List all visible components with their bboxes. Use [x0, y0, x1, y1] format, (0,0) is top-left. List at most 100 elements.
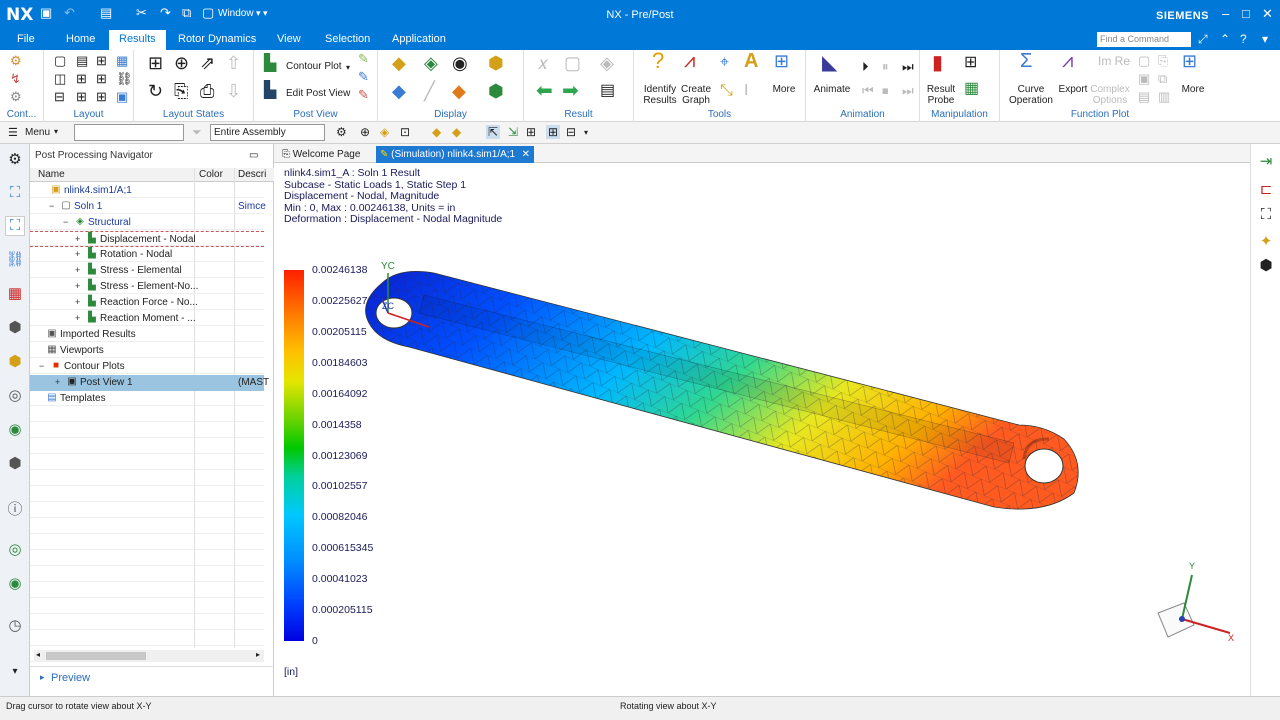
more-fn-icon[interactable]: ⊞ [1182, 52, 1197, 70]
tab-application[interactable]: Application [392, 33, 446, 45]
fringe-icon[interactable]: ▦ [5, 284, 25, 304]
tab-file[interactable]: File [17, 33, 35, 45]
layout-state-copy-icon[interactable]: ⎘ [174, 82, 188, 100]
display-mesh-icon[interactable]: ◈ [424, 54, 438, 72]
result-formula-icon[interactable]: 𝑥 [538, 54, 548, 72]
preview-label[interactable]: Preview [51, 672, 90, 684]
tree-row[interactable]: − ■ Contour Plots [30, 359, 264, 375]
tree-row[interactable]: + ▙ Rotation - Nodal [30, 247, 264, 263]
globe-icon[interactable]: ◎ [5, 540, 25, 560]
tree-row[interactable]: + ▙ Stress - Elemental [30, 263, 264, 279]
scope-select[interactable]: Entire Assembly [210, 124, 325, 141]
preview-expand-icon[interactable]: ▸ [40, 672, 45, 683]
tab-results[interactable]: Results [109, 30, 166, 50]
last-frame-icon[interactable]: ⏭ [902, 84, 914, 98]
layout-sync-icon[interactable]: ▣ [116, 90, 128, 104]
next-result-icon[interactable]: ➡ [562, 81, 579, 101]
assembly-icon[interactable]: ⬢ [5, 352, 25, 372]
fit-view-icon[interactable]: ⛶ [1256, 206, 1276, 226]
animate-icon[interactable]: ◣ [822, 53, 837, 73]
annotation-icon[interactable]: A [744, 51, 758, 71]
stop-icon[interactable]: ⏹ [882, 84, 889, 98]
reuse-icon[interactable]: ⬢ [5, 454, 25, 474]
select-mesh-icon[interactable]: ⊟ [566, 125, 576, 139]
navigator-maximize-icon[interactable]: ▭ [249, 150, 258, 161]
scroll-left-icon[interactable]: ◂ [36, 650, 40, 659]
column-color[interactable]: Color [199, 169, 223, 180]
layout-grid-icon[interactable]: ⊞ [76, 72, 87, 86]
tree-row[interactable]: + ▙ Stress - Element-No... [30, 279, 264, 295]
curve-label-2[interactable]: Operation [1006, 95, 1056, 106]
selection-filter-select[interactable] [74, 124, 184, 141]
scroll-right-icon[interactable]: ▸ [256, 650, 260, 659]
close-icon[interactable]: ✕ [1262, 6, 1273, 22]
select-tool-5-icon[interactable]: ◆ [432, 125, 441, 139]
results-label[interactable]: Results [642, 95, 678, 106]
select-tool-2-icon[interactable]: ⊕ [360, 125, 370, 139]
menu-button[interactable]: Menu [25, 127, 50, 138]
expand-toggle-icon[interactable]: + [75, 297, 80, 307]
complex-label-1[interactable]: Complex [1090, 84, 1130, 95]
display-shapes-icon[interactable]: ⬢ [488, 54, 504, 72]
info-icon[interactable]: ⓘ [5, 498, 25, 518]
web-icon[interactable]: ◉ [5, 420, 25, 440]
layout-rows-icon[interactable]: ⊟ [54, 90, 65, 104]
complex-label-2[interactable]: Options [1090, 95, 1130, 106]
expand-toggle-icon[interactable]: − [39, 361, 44, 371]
export-button[interactable]: Export [1056, 84, 1090, 95]
scroll-down-icon[interactable]: ▾ [5, 666, 25, 686]
expand-toggle-icon[interactable]: + [75, 313, 80, 323]
fullscreen-icon[interactable]: ⤢ [1198, 32, 1208, 47]
identify-label[interactable]: Identify [642, 84, 678, 95]
tab-close-icon[interactable]: ✕ [522, 149, 530, 160]
layout-grid3-icon[interactable]: ⊞ [76, 90, 87, 104]
fn-tool-6-icon[interactable]: ▥ [1158, 90, 1170, 104]
select-tool-4-icon[interactable]: ⊡ [400, 125, 410, 139]
column-description[interactable]: Descri [238, 169, 266, 180]
more-tools-button[interactable]: More [768, 84, 800, 95]
sim-navigator-icon[interactable]: ⛓ [5, 250, 25, 270]
select-more-icon[interactable]: ▾ [584, 126, 588, 140]
layout-state-add-icon[interactable]: ⊕ [174, 54, 189, 72]
layout-state-refresh-icon[interactable]: ↻ [148, 82, 163, 100]
tab-view[interactable]: View [277, 33, 301, 45]
tree-row[interactable]: + ▙ Reaction Force - No... [30, 295, 264, 311]
help-icon[interactable]: ? [1240, 32, 1247, 46]
graph-icon[interactable]: ⊏ [1256, 180, 1276, 200]
display-layers-icon[interactable]: ◆ [452, 82, 466, 100]
layout-custom-icon[interactable]: ▦ [116, 54, 128, 68]
context-icon[interactable]: ⚙ [10, 54, 22, 68]
cube-icon[interactable]: ⬢ [5, 318, 25, 338]
select-tool-3-icon[interactable]: ◈ [380, 125, 389, 139]
layout-grid2-icon[interactable]: ⊞ [96, 72, 107, 86]
result-probe-icon[interactable]: ▮ [932, 53, 943, 73]
fe-model-view[interactable]: YC ZC X Y [274, 163, 1250, 696]
context-icon-3[interactable]: ⚙ [10, 90, 22, 104]
create-graph-icon[interactable]: ⩘ [684, 51, 695, 71]
layout-four-icon[interactable]: ⊞ [96, 54, 107, 68]
fn-tool-1-icon[interactable]: ▢ [1138, 54, 1150, 68]
display-cube-icon[interactable]: ◆ [392, 54, 406, 72]
step-icon[interactable]: ⏭ [902, 60, 914, 74]
layout-state-export-icon[interactable]: ⇗ [200, 54, 215, 72]
fn-tool-5-icon[interactable]: ⧉ [1158, 72, 1167, 86]
layout-cols-icon[interactable]: ◫ [54, 72, 66, 86]
expand-toggle-icon[interactable]: + [75, 265, 80, 275]
expand-toggle-icon[interactable]: + [75, 249, 80, 259]
display-box-icon[interactable]: ⬢ [488, 82, 504, 100]
edit-post-view-icon[interactable]: ▙ [264, 83, 276, 99]
filter-icon[interactable]: ⏷ [192, 125, 202, 139]
preview-panel[interactable]: ▸ Preview [30, 666, 274, 688]
tree-row[interactable]: + ▙ Reaction Moment - ... [30, 311, 264, 327]
complex-options-icon[interactable]: Im Re [1098, 54, 1130, 68]
menu-dropdown-icon[interactable]: ▾ [54, 127, 58, 136]
layout-link-icon[interactable]: ⛓ [116, 72, 133, 86]
contour-plot-icon[interactable]: ▙ [264, 56, 276, 72]
tree-row[interactable]: + ▣ Post View 1 (MAST [30, 375, 269, 391]
layout-grid4-icon[interactable]: ⊞ [96, 90, 107, 104]
contour-plot-button[interactable]: Contour Plot [286, 61, 342, 72]
result-probe-label-1[interactable]: Result [924, 84, 958, 95]
layout-state-save-icon[interactable]: ⎙ [200, 82, 214, 100]
post-view-tool-1-icon[interactable]: ✎ [358, 52, 369, 66]
fn-tool-4-icon[interactable]: ⎘ [1158, 54, 1168, 68]
